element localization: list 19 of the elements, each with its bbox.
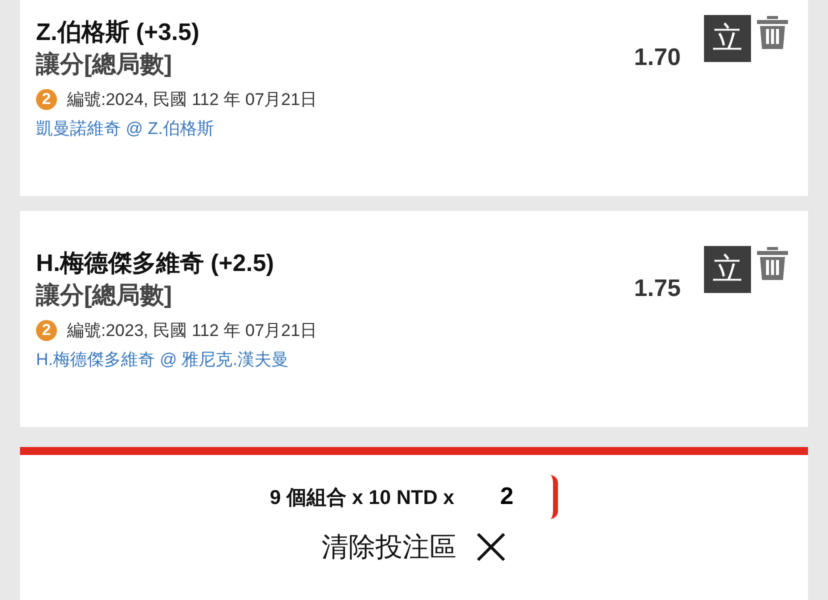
- market-label: 讓分[總局數]: [36, 281, 172, 311]
- odds-value: 1.70: [634, 44, 681, 72]
- bet-info: 編號:2023, 民國 112 年 07月21日: [67, 320, 318, 342]
- selection-title: Z.伯格斯 (+3.5): [36, 18, 200, 48]
- match-link[interactable]: 凱曼諾維奇 @ Z.伯格斯: [36, 117, 214, 140]
- bet-info: 編號:2024, 民國 112 年 07月21日: [67, 89, 318, 111]
- stand-button[interactable]: 立: [704, 15, 751, 62]
- selection-title: H.梅德傑多維奇 (+2.5): [36, 249, 274, 279]
- count-badge: 2: [36, 89, 57, 110]
- market-label: 讓分[總局數]: [36, 50, 172, 80]
- odds-value: 1.75: [634, 275, 681, 303]
- delete-icon[interactable]: [755, 246, 790, 281]
- stand-button[interactable]: 立: [704, 246, 751, 293]
- match-link[interactable]: H.梅德傑多維奇 @ 雅尼克.漢夫曼: [36, 348, 288, 371]
- summary-text: 9 個組合 x 10 NTD x: [270, 486, 454, 510]
- clear-button[interactable]: 清除投注區: [322, 529, 506, 565]
- close-icon: [474, 531, 506, 563]
- count-badge: 2: [36, 320, 57, 341]
- delete-icon[interactable]: [755, 15, 790, 50]
